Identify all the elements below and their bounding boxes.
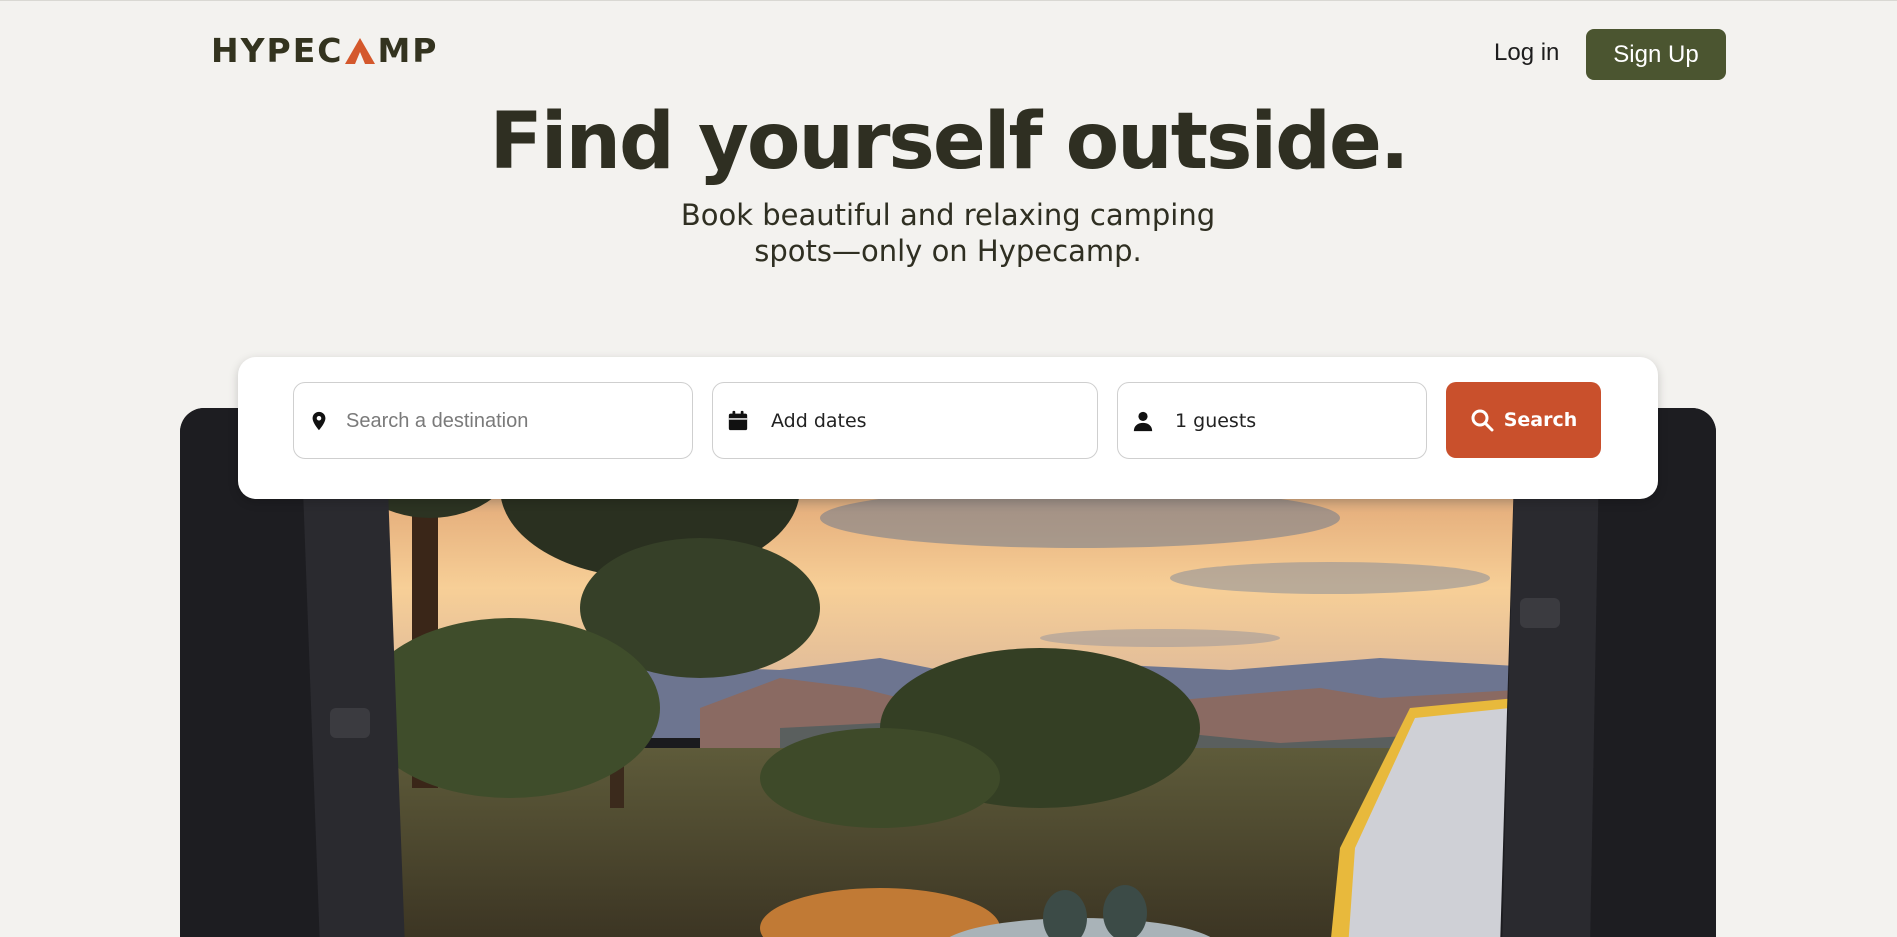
landing-page: HYPEC MP Log in Sign Up Find yourself ou… [0, 0, 1897, 937]
tent-logo-icon [345, 37, 376, 64]
login-link[interactable]: Log in [1494, 39, 1559, 67]
person-icon [1133, 411, 1153, 432]
logo-text-right: MP [377, 31, 439, 70]
dates-field[interactable]: Add dates [712, 382, 1098, 459]
guests-label: 1 guests [1175, 410, 1257, 432]
destination-field[interactable]: Search a destination [293, 382, 693, 459]
calendar-icon [728, 410, 748, 431]
hypecamp-logo[interactable]: HYPEC MP [211, 31, 439, 70]
search-card: Search a destination Add dates 1 guests [238, 357, 1658, 499]
search-button[interactable]: Search [1446, 382, 1601, 458]
hero-headline: Find yourself outside. [489, 97, 1409, 187]
search-button-label: Search [1503, 409, 1578, 431]
destination-placeholder: Search a destination [346, 410, 529, 432]
hero-subline: Book beautiful and relaxing camping spot… [680, 198, 1216, 268]
map-pin-icon [312, 411, 326, 431]
guests-field[interactable]: 1 guests [1117, 382, 1427, 459]
search-icon [1471, 409, 1494, 432]
logo-text-left: HYPEC [211, 31, 344, 70]
signup-button[interactable]: Sign Up [1586, 29, 1726, 80]
dates-label: Add dates [771, 410, 867, 432]
